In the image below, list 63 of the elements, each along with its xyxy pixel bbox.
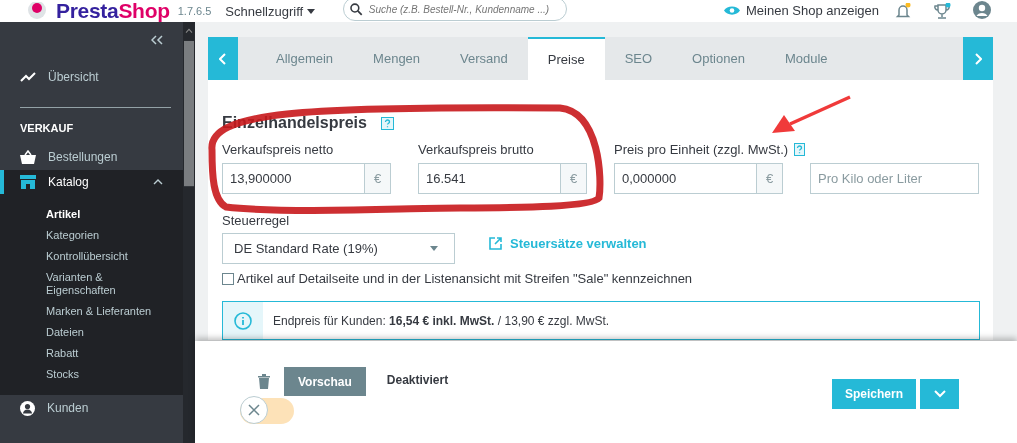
field-label: Steuerregel (222, 212, 290, 228)
submenu-item[interactable]: Rabatt (46, 343, 171, 364)
caret-icon[interactable] (153, 179, 163, 185)
collapse-icon[interactable] (151, 35, 163, 45)
price-input[interactable]: 13,900000 (222, 163, 365, 194)
previous-tab-button[interactable] (208, 37, 238, 80)
sidebar-item[interactable]: Übersicht (0, 64, 183, 90)
sidebar-item[interactable]: Bestellungen (0, 144, 183, 170)
info-text: Endpreis für Kunden: 16,54 € inkl. MwSt. / 13,90 € zzgl. MwSt. (272, 312, 610, 330)
tax-rule-select[interactable]: DE Standard Rate (19%) (222, 233, 455, 264)
section-heading: VERKAUF (19, 121, 75, 136)
field-label: Verkaufspreis brutto (418, 141, 534, 157)
currency-addon: € (757, 163, 783, 194)
help-icon[interactable] (380, 116, 394, 130)
logo-icon (26, 2, 48, 20)
caret-icon (307, 9, 316, 14)
next-tab-button[interactable] (963, 37, 993, 80)
checkbox-label: Artikel auf Detailseite und in der Listenansicht mit Streifen "Sale" kennzeichnen (237, 271, 693, 286)
view-shop-link[interactable]: Meinen Shop anzeigen (724, 3, 879, 18)
quick-access-menu[interactable]: Schnellzugriff (225, 4, 316, 19)
search-icon (350, 2, 363, 16)
chevron-right-icon (974, 52, 982, 65)
trash-icon[interactable] (258, 374, 270, 389)
bell-icon[interactable] (895, 3, 911, 19)
store-icon (20, 175, 36, 189)
submenu-item[interactable]: Artikel (46, 204, 171, 225)
field-label: Verkaufspreis netto (222, 141, 334, 157)
currency-addon: € (365, 163, 391, 194)
submenu-item[interactable]: Kategorien (46, 225, 171, 246)
user-avatar-icon[interactable] (973, 1, 991, 19)
save-options-button[interactable] (920, 379, 959, 409)
field-label: Preis pro Einheit (zzgl. MwSt.) (614, 141, 789, 157)
scrollbar[interactable] (183, 22, 195, 443)
cross-icon (248, 404, 260, 416)
eye-icon (724, 5, 740, 16)
submenu-item[interactable]: Kontrollübersicht (46, 246, 171, 267)
version-label: 1.7.6.5 (177, 5, 212, 17)
chevron-down-icon (933, 390, 946, 398)
basket-icon (20, 150, 36, 164)
unit-input[interactable]: Pro Kilo oder Liter (810, 163, 979, 194)
external-link-icon (489, 237, 502, 250)
sidebar-item[interactable]: Katalog (0, 170, 183, 194)
price-input[interactable]: 16.541 (418, 163, 561, 194)
help-icon[interactable] (794, 142, 806, 156)
submenu-item[interactable]: Marken & Lieferanten (46, 301, 171, 322)
currency-addon: € (561, 163, 587, 194)
toggle-switch[interactable] (240, 398, 294, 424)
tab[interactable]: Preise (527, 37, 605, 80)
chevron-left-icon (219, 52, 227, 65)
logo[interactable]: PrestaShop (56, 0, 170, 22)
price-input[interactable]: 0,000000 (614, 163, 757, 194)
preview-button[interactable]: Vorschau (284, 367, 366, 396)
status-label: Deaktiviert (386, 373, 449, 387)
trophy-icon[interactable] (933, 3, 951, 19)
trend-icon (20, 72, 36, 82)
submenu-item[interactable]: Varianten & Eigenschaften (46, 267, 171, 301)
sidebar-item[interactable]: Kunden (0, 395, 183, 421)
submenu-item[interactable]: Stocks (46, 364, 171, 385)
caret-icon (430, 246, 438, 251)
submenu-item[interactable]: Dateien (46, 322, 171, 343)
checkbox[interactable] (222, 272, 234, 285)
user-icon (20, 400, 35, 416)
info-icon (234, 311, 252, 330)
